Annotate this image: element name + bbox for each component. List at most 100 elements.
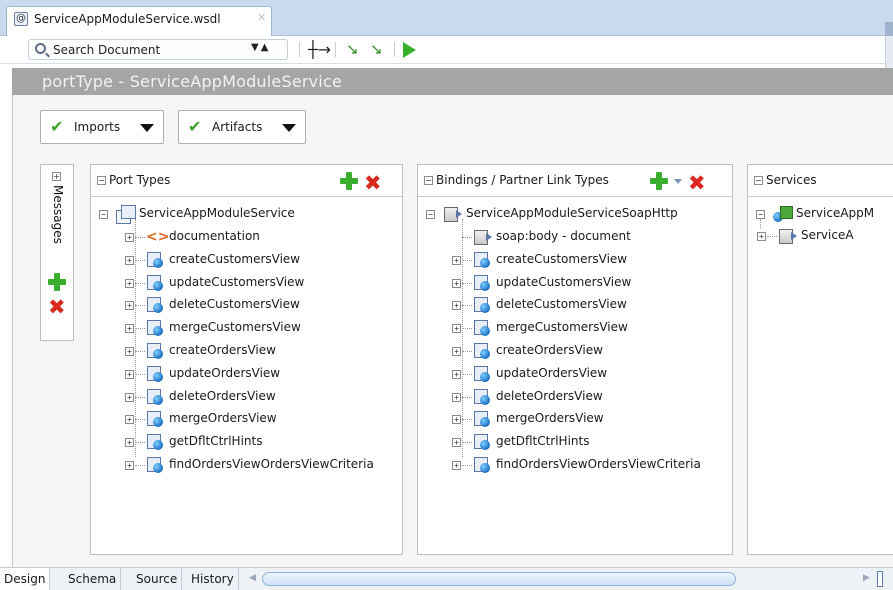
tab-design[interactable]: Design (0, 568, 51, 590)
expand-icon[interactable]: + (125, 278, 134, 288)
collapse-icon[interactable]: − (97, 176, 106, 185)
operation-icon (146, 251, 164, 269)
tree-node-label: deleteCustomersView (169, 297, 300, 312)
collapse-icon[interactable]: − (426, 210, 435, 219)
tab-schema[interactable]: Schema (64, 568, 122, 590)
tree-connector (135, 282, 145, 284)
operation-icon (146, 274, 164, 292)
operation-icon (473, 410, 491, 428)
expand-icon[interactable]: + (452, 301, 461, 311)
toolbar-separator (335, 42, 336, 57)
expand-icon[interactable]: ┼→ (308, 39, 331, 60)
expand-icon[interactable]: + (125, 438, 134, 448)
binding-icon (473, 228, 493, 246)
operation-icon (473, 388, 491, 406)
tree-connector (135, 237, 145, 238)
tab-history[interactable]: History (187, 568, 239, 590)
horizontal-scrollbar[interactable] (262, 572, 736, 586)
close-icon[interactable]: ✕ (257, 11, 266, 24)
tree-connector (135, 305, 145, 307)
messages-panel[interactable]: + Messages ✖ (40, 164, 74, 341)
toolbar-separator (299, 42, 300, 57)
tree-node-label: mergeCustomersView (169, 320, 301, 335)
operation-icon (146, 433, 164, 451)
services-header: − Services (748, 165, 893, 197)
expand-icon[interactable]: + (452, 255, 461, 265)
expand-icon[interactable]: + (125, 369, 134, 379)
tree-connector (462, 442, 472, 444)
collapse-icon[interactable]: − (99, 210, 108, 219)
tree-node-label: findOrdersViewOrdersViewCriteria (496, 457, 701, 471)
tree-connector (135, 351, 145, 352)
tab-source[interactable]: Source (132, 568, 183, 590)
expand-icon[interactable]: + (125, 233, 134, 242)
search-nav-arrows-icon[interactable]: ▼▲ (251, 42, 270, 53)
expand-icon[interactable]: + (125, 347, 134, 356)
expand-icon[interactable]: + (452, 438, 461, 448)
toolbar: Search Document ▼▲ ┼→ ↘ ↘ (0, 36, 893, 64)
expand-icon[interactable]: + (125, 461, 134, 470)
operation-icon (146, 342, 164, 360)
operation-icon (146, 410, 164, 428)
run-icon[interactable] (403, 39, 416, 60)
collapse-icon[interactable]: − (754, 176, 763, 185)
expand-icon[interactable]: + (452, 369, 461, 379)
add-binding-icon[interactable] (650, 172, 668, 190)
expand-icon[interactable]: + (52, 172, 61, 181)
tree-node-label: getDfltCtrlHints (169, 434, 263, 449)
delete-binding-icon[interactable]: ✖ (688, 173, 706, 194)
operation-icon (146, 388, 164, 406)
expand-icon[interactable]: + (125, 301, 134, 311)
tree-connector (462, 259, 472, 261)
unlink-icon[interactable]: ↘ (370, 39, 383, 60)
add-message-icon[interactable] (48, 273, 66, 291)
collapse-icon[interactable]: − (424, 176, 433, 185)
expand-icon[interactable]: + (125, 392, 134, 402)
messages-label: Messages (51, 185, 65, 244)
binding-icon (443, 205, 463, 223)
expand-icon[interactable]: + (452, 347, 461, 356)
collapse-icon[interactable]: − (756, 210, 765, 219)
expand-icon[interactable]: + (452, 324, 461, 334)
port-types-panel: − Port Types ✖ − ServiceAppModuleService… (90, 164, 403, 555)
tree-node-label: mergeCustomersView (496, 320, 628, 335)
imports-button[interactable]: ✔ Imports (40, 110, 164, 144)
bindings-header: − Bindings / Partner Link Types ✖ (418, 165, 732, 197)
delete-message-icon[interactable]: ✖ (48, 297, 66, 318)
expand-icon[interactable]: + (125, 255, 134, 265)
tree-root-label: ServiceAppM (796, 206, 875, 220)
port-types-title: Port Types (109, 173, 171, 187)
toolbar-separator (394, 42, 395, 57)
search-document-field[interactable]: Search Document ▼▲ (28, 39, 288, 60)
tree-connector (462, 305, 472, 307)
services-title: Services (766, 173, 817, 187)
artifacts-button[interactable]: ✔ Artifacts (178, 110, 306, 144)
tree-connector (462, 465, 472, 466)
expand-icon[interactable]: + (125, 324, 134, 334)
add-port-type-icon[interactable] (340, 172, 358, 190)
search-placeholder: Search Document (53, 43, 161, 57)
tree-connector (135, 442, 145, 444)
page-title: portType - ServiceAppModuleService (42, 72, 342, 91)
scroll-end-handle[interactable] (877, 571, 883, 587)
operation-icon (146, 456, 164, 474)
imports-label: Imports (74, 120, 121, 134)
expand-icon[interactable]: + (452, 278, 461, 288)
expand-icon[interactable]: + (757, 232, 766, 241)
scroll-left-icon[interactable]: ◀ (249, 573, 256, 583)
expand-icon[interactable]: + (452, 415, 461, 425)
add-dropdown-icon[interactable] (674, 179, 682, 184)
tab-overflow-icon[interactable] (885, 22, 893, 36)
delete-port-type-icon[interactable]: ✖ (364, 173, 382, 194)
expand-icon[interactable]: + (452, 392, 461, 402)
operation-icon (146, 319, 164, 337)
documentation-icon: <> (146, 229, 170, 245)
expand-icon[interactable]: + (125, 415, 134, 425)
expand-icon[interactable]: + (452, 461, 461, 470)
editor-tab-strip: @ ServiceAppModuleService.wsdl ✕ (0, 0, 893, 37)
port-type-icon (116, 205, 136, 224)
scroll-right-icon[interactable]: ▶ (863, 573, 870, 583)
link-icon[interactable]: ↘ (346, 39, 359, 60)
document-tab[interactable]: @ ServiceAppModuleService.wsdl ✕ (6, 6, 272, 37)
search-icon (35, 43, 46, 54)
